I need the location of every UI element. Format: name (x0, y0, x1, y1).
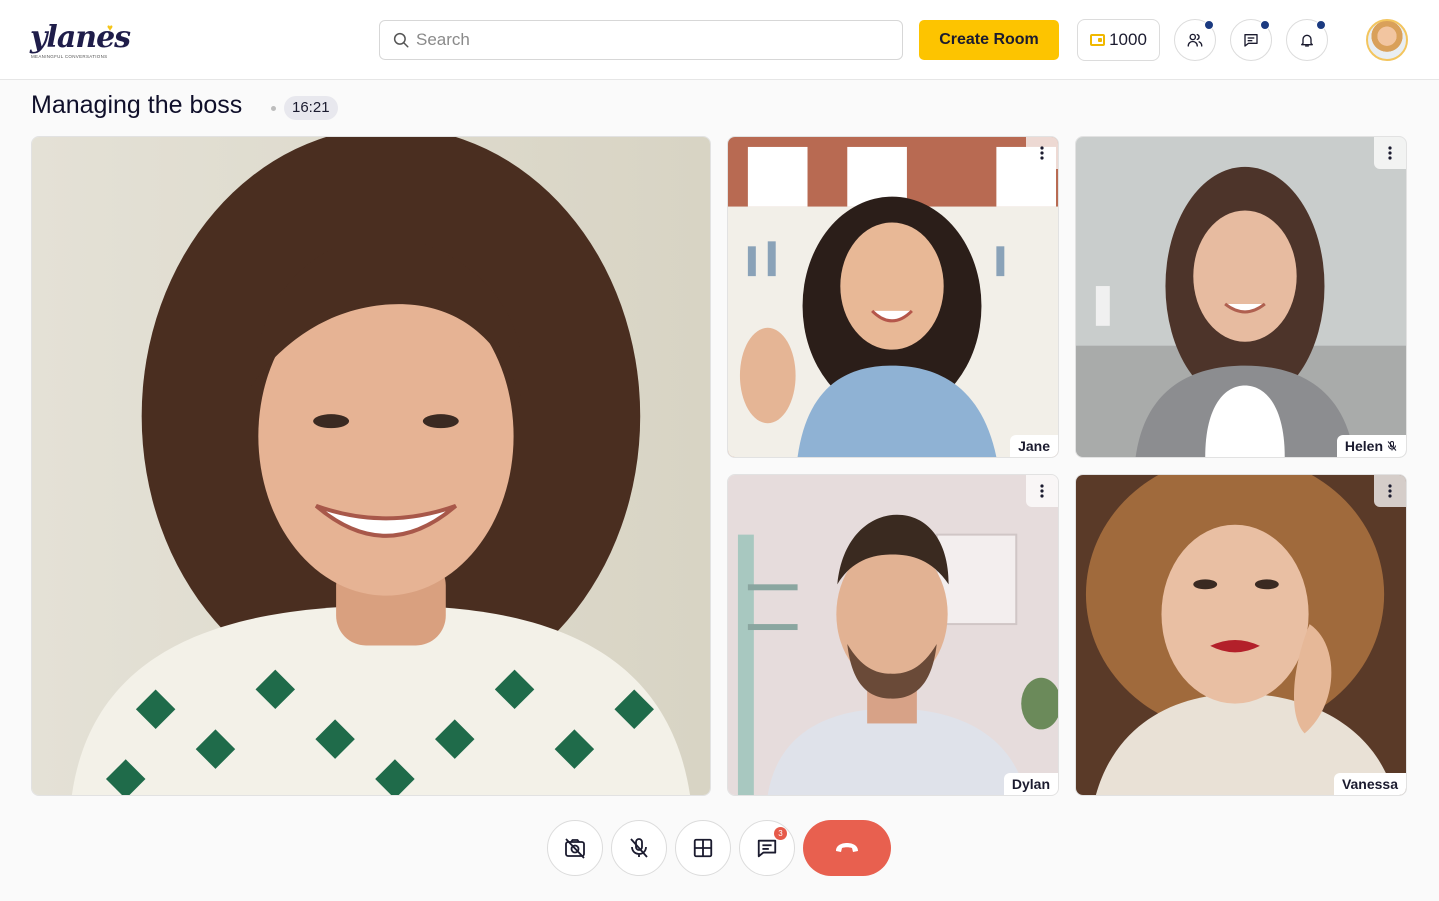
people-button[interactable] (1174, 19, 1216, 61)
end-call-button[interactable] (803, 820, 891, 876)
search-box (379, 20, 903, 60)
search-icon (393, 32, 409, 48)
wallet-icon (1090, 34, 1106, 46)
participant-options-button[interactable] (1026, 475, 1058, 507)
create-room-button[interactable]: Create Room (919, 20, 1059, 60)
participant-video-dylan[interactable]: Dylan (727, 474, 1059, 796)
hangup-icon (836, 843, 858, 852)
participant-options-button[interactable] (1374, 475, 1406, 507)
separator-dot (271, 106, 276, 111)
layout-button[interactable] (675, 820, 731, 876)
coin-count: 1000 (1109, 30, 1147, 49)
camera-off-icon (565, 838, 585, 859)
main-speaker-video[interactable] (31, 136, 711, 796)
mic-off-icon (630, 838, 648, 858)
chat-icon (1244, 34, 1258, 47)
people-icon (1187, 33, 1203, 47)
more-vertical-icon (1388, 146, 1392, 160)
notifications-button[interactable] (1286, 19, 1328, 61)
toggle-mic-button[interactable] (611, 820, 667, 876)
participant-name-tag: Helen (1336, 435, 1406, 457)
logo-wordmark: ylanes (30, 20, 131, 55)
mic-muted-icon (1387, 441, 1397, 451)
jane-video-frame (728, 137, 1058, 457)
top-bar: ylanes ♥ MEANINGFUL CONVERSATIONS Create… (0, 0, 1439, 80)
notification-dot (1260, 20, 1270, 30)
participant-name: Jane (1018, 438, 1050, 454)
notification-dot (1204, 20, 1214, 30)
more-vertical-icon (1040, 484, 1044, 498)
participant-options-button[interactable] (1026, 137, 1058, 169)
more-vertical-icon (1388, 484, 1392, 498)
coin-balance[interactable]: 1000 (1077, 19, 1160, 61)
vanessa-video-frame (1076, 475, 1406, 795)
messages-button[interactable] (1230, 19, 1272, 61)
chat-unread-badge: 3 (774, 827, 787, 840)
grid-layout-icon (693, 838, 713, 858)
participant-name: Vanessa (1341, 776, 1398, 792)
dylan-video-frame (728, 475, 1058, 795)
toggle-camera-button[interactable] (547, 820, 603, 876)
more-vertical-icon (1040, 146, 1044, 160)
helen-video-frame (1076, 137, 1406, 457)
bell-icon (1301, 34, 1313, 47)
participant-options-button[interactable] (1374, 137, 1406, 169)
app-logo[interactable]: ylanes ♥ MEANINGFUL CONVERSATIONS (30, 20, 131, 62)
chat-button[interactable]: 3 (739, 820, 795, 876)
participant-name: Dylan (1011, 776, 1050, 792)
participant-name: Helen (1344, 438, 1383, 454)
room-title: Managing the boss (31, 91, 243, 119)
call-timer: 16:21 (284, 96, 338, 120)
participant-video-vanessa[interactable]: Vanessa (1075, 474, 1407, 796)
search-input[interactable] (416, 21, 886, 59)
participant-name-tag: Jane (1010, 435, 1058, 457)
heart-icon: ♥ (107, 23, 113, 34)
participant-name-tag: Vanessa (1333, 773, 1406, 795)
participant-video-jane[interactable]: Jane (727, 136, 1059, 458)
user-avatar[interactable] (1366, 19, 1408, 61)
chat-icon (757, 839, 777, 858)
speaker-video-frame (32, 137, 710, 795)
logo-tagline: MEANINGFUL CONVERSATIONS (31, 54, 108, 59)
participant-video-helen[interactable]: Helen (1075, 136, 1407, 458)
participant-name-tag: Dylan (1003, 773, 1058, 795)
notification-dot (1316, 20, 1326, 30)
